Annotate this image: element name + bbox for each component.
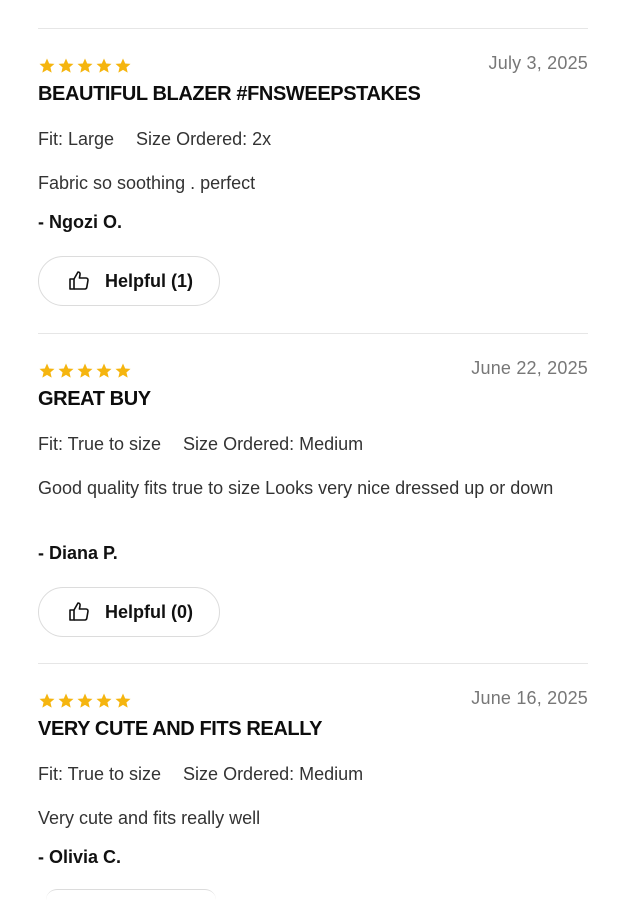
size-ordered-label: Size Ordered: 2x (136, 129, 272, 149)
star-icon (58, 363, 74, 378)
star-icon (115, 58, 131, 73)
star-icon (115, 693, 131, 708)
star-icon (39, 58, 55, 73)
review-author: - Diana P. (38, 543, 118, 563)
review-body: Very cute and fits really well (38, 808, 261, 828)
size-ordered-label: Size Ordered: Medium (183, 434, 364, 454)
review-author: - Ngozi O. (38, 212, 122, 232)
review-date: June 16, 2025 (471, 688, 588, 708)
helpful-button[interactable]: Helpful (1) (38, 256, 220, 306)
review-title: BEAUTIFUL BLAZER #FNSWEEPSTAKES (38, 83, 421, 105)
helpful-button[interactable]: Helpful (0) (38, 587, 220, 637)
star-icon (115, 363, 131, 378)
review-divider (38, 663, 588, 664)
star-icon (58, 693, 74, 708)
fit-label: Fit: True to size (38, 434, 162, 454)
star-icon (96, 363, 112, 378)
review-fit-info: Fit: True to size Size Ordered: Medium (38, 434, 363, 455)
review-card: June 16, 2025 VERY CUTE AND FITS REALLY … (38, 688, 588, 893)
star-icon (39, 693, 55, 708)
star-icon (77, 693, 93, 708)
review-author: - Olivia C. (38, 847, 122, 867)
star-icon (77, 363, 93, 378)
review-divider (38, 333, 588, 334)
review-fit-info: Fit: True to size Size Ordered: Medium (38, 764, 363, 785)
thumbs-up-icon (69, 271, 89, 290)
size-ordered-label: Size Ordered: Medium (183, 764, 364, 784)
fit-label: Fit: True to size (38, 764, 162, 784)
review-card: June 22, 2025 GREAT BUY Fit: True to siz… (38, 358, 588, 647)
review-body: Good quality fits true to size Looks ver… (38, 478, 554, 498)
review-title: VERY CUTE AND FITS REALLY (38, 718, 323, 740)
fit-label: Fit: Large (38, 129, 115, 149)
helpful-button-partial[interactable] (46, 889, 216, 900)
helpful-label: Helpful (0) (105, 601, 193, 622)
star-icon (96, 693, 112, 708)
star-icon (96, 58, 112, 73)
review-body: Fabric so soothing . perfect (38, 173, 256, 193)
thumbs-up-icon (69, 602, 89, 621)
top-divider (38, 28, 588, 29)
review-title: GREAT BUY (38, 388, 151, 410)
review-card: July 3, 2025 BEAUTIFUL BLAZER #FNSWEEPST… (38, 53, 588, 317)
helpful-label: Helpful (1) (105, 270, 193, 291)
star-icon (39, 363, 55, 378)
star-rating (38, 692, 132, 710)
review-fit-info: Fit: Large Size Ordered: 2x (38, 129, 271, 150)
star-icon (77, 58, 93, 73)
review-date: July 3, 2025 (488, 53, 588, 73)
star-rating (38, 362, 132, 380)
star-rating (38, 57, 132, 75)
review-date: June 22, 2025 (471, 358, 588, 378)
star-icon (58, 58, 74, 73)
